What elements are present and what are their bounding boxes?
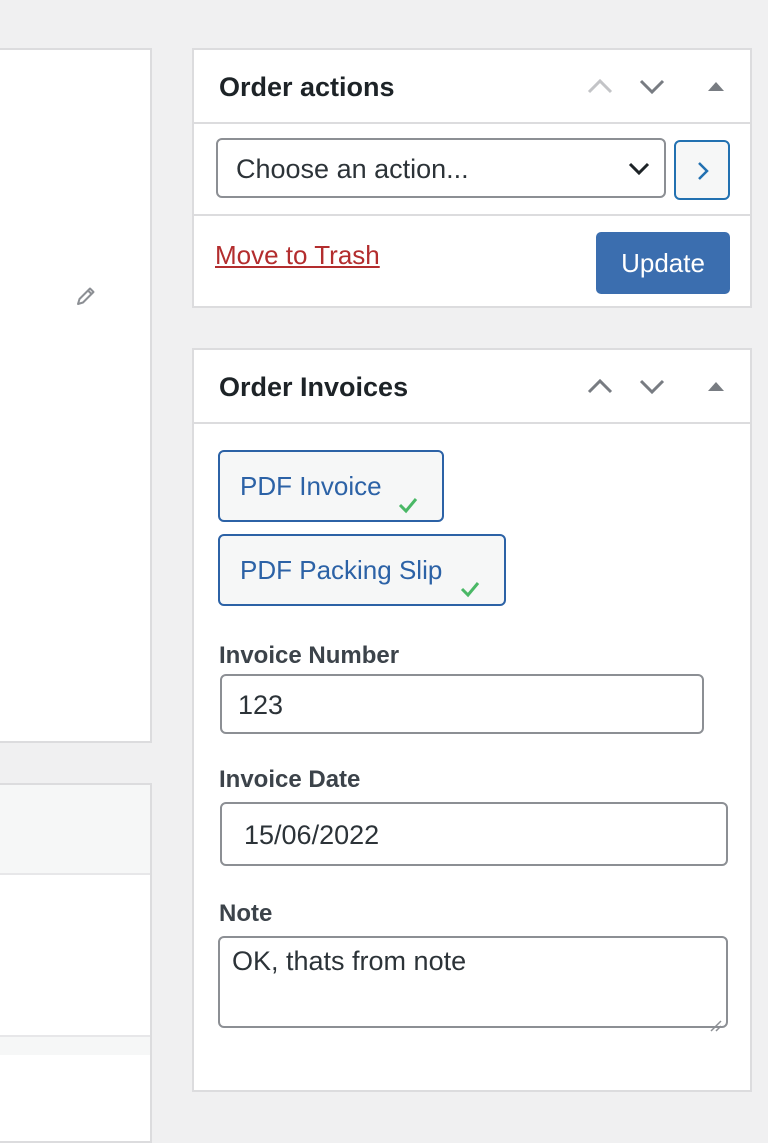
actions-divider <box>194 214 750 216</box>
move-to-trash-link[interactable]: Move to Trash <box>215 240 380 271</box>
move-down-icon[interactable] <box>636 370 668 402</box>
order-actions-title: Order actions <box>219 72 395 102</box>
collapse-toggle-icon[interactable] <box>700 370 732 402</box>
note-textarea[interactable]: OK, thats from note <box>218 936 728 1032</box>
check-icon <box>396 474 420 514</box>
left-panel-divider-band <box>0 1035 150 1055</box>
update-button[interactable]: Update <box>596 232 730 294</box>
order-actions-header: Order actions <box>194 50 750 124</box>
move-up-icon[interactable] <box>584 370 616 402</box>
left-content-panel <box>0 48 152 743</box>
pdf-invoice-button[interactable]: PDF Invoice <box>218 450 444 522</box>
pdf-packing-slip-button[interactable]: PDF Packing Slip <box>218 534 506 606</box>
pencil-icon[interactable] <box>74 284 98 308</box>
order-action-select[interactable]: Choose an action... <box>216 138 666 198</box>
left-lower-panel <box>0 783 152 1143</box>
invoice-date-label: Invoice Date <box>219 766 361 793</box>
invoice-number-field[interactable]: 123 <box>220 674 704 734</box>
resize-grip-icon[interactable] <box>708 1008 722 1032</box>
chevron-down-icon <box>626 154 652 187</box>
note-text: OK, thats from note <box>232 946 467 976</box>
order-invoices-box: Order Invoices PDF Invoice PDF Packing S… <box>192 348 752 1092</box>
invoice-date-field[interactable]: 15/06/2022 <box>220 802 728 866</box>
note-label: Note <box>219 900 273 927</box>
order-invoices-title: Order Invoices <box>219 372 409 402</box>
left-panel-header-band <box>0 785 150 875</box>
order-invoices-header: Order Invoices <box>194 350 750 424</box>
order-action-select-value: Choose an action... <box>236 154 469 184</box>
apply-action-button[interactable] <box>674 140 730 200</box>
pdf-packing-slip-label: PDF Packing Slip <box>240 555 443 585</box>
order-actions-box: Order actions Choose an action... Move t… <box>192 48 752 308</box>
invoice-number-label: Invoice Number <box>219 642 400 669</box>
collapse-toggle-icon[interactable] <box>700 70 732 102</box>
pdf-invoice-label: PDF Invoice <box>240 471 382 501</box>
move-up-icon[interactable] <box>584 70 616 102</box>
check-icon <box>458 558 482 598</box>
move-down-icon[interactable] <box>636 70 668 102</box>
